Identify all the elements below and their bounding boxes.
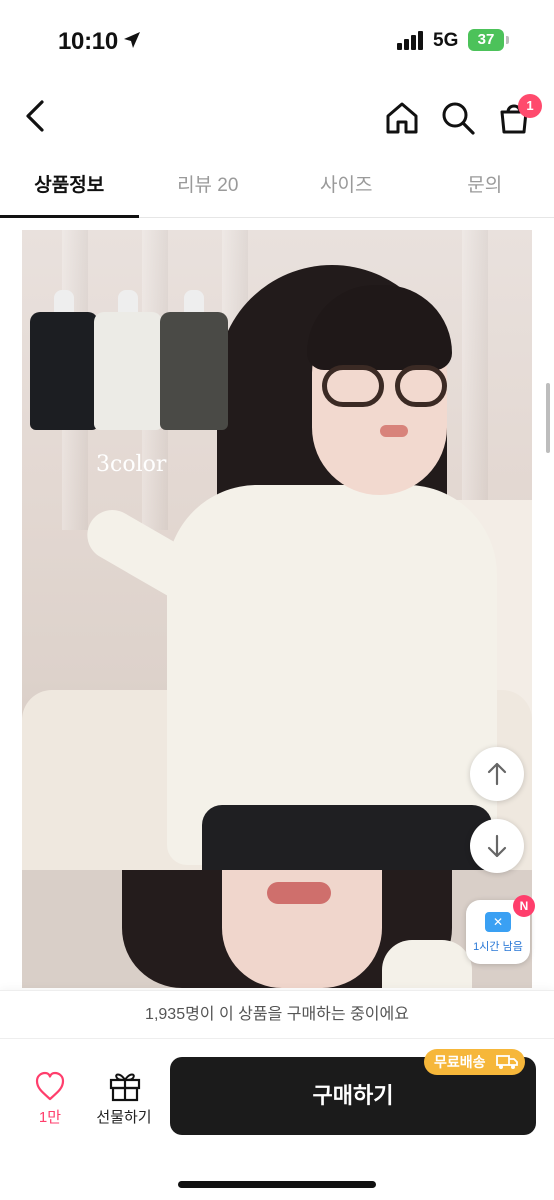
truck-icon	[496, 1055, 518, 1069]
product-tabs: 상품정보 리뷰 20 사이즈 문의	[0, 160, 554, 218]
search-icon[interactable]	[438, 98, 478, 138]
new-badge: N	[513, 895, 535, 917]
scrollbar[interactable]	[546, 383, 550, 453]
model-shoulder	[382, 940, 472, 988]
white-variant	[94, 312, 162, 430]
cellular-signal-icon	[397, 31, 423, 50]
coupon-timer-label: 1시간 남음	[473, 941, 523, 953]
model-jeans	[202, 805, 492, 870]
tab-product-info[interactable]: 상품정보	[0, 160, 139, 218]
glasses-lens	[395, 365, 447, 407]
glasses-lens	[322, 365, 384, 407]
color-count-label: 3color	[96, 452, 167, 477]
tab-size[interactable]: 사이즈	[277, 160, 416, 217]
status-time: 10:10	[58, 28, 118, 55]
battery-indicator: 37	[468, 29, 504, 51]
coupon-ticket-icon: ✕	[485, 912, 511, 932]
network-type: 5G	[433, 30, 459, 51]
model-lips	[380, 425, 408, 437]
back-icon[interactable]	[18, 96, 58, 136]
product-photo-2	[22, 870, 532, 988]
model-lips	[267, 882, 331, 904]
buyers-notice: 1,935명이 이 상품을 구매하는 중이에요	[0, 990, 554, 1038]
tab-inquiry[interactable]: 문의	[416, 160, 554, 217]
gift-icon	[109, 1073, 141, 1102]
top-nav	[0, 90, 554, 146]
arrow-up-icon	[487, 762, 507, 786]
home-indicator	[178, 1181, 376, 1188]
curtain-fold	[462, 230, 488, 530]
home-icon[interactable]	[382, 98, 422, 138]
scroll-down-button[interactable]	[470, 819, 524, 873]
scroll-up-button[interactable]	[470, 747, 524, 801]
tab-reviews[interactable]: 리뷰 20	[139, 160, 278, 217]
arrow-down-icon	[487, 834, 507, 858]
status-bar: 10:10 5G 37	[0, 0, 554, 80]
product-photo: 3color	[22, 230, 532, 870]
battery-tip	[506, 36, 509, 44]
gray-variant	[160, 312, 228, 430]
color-variants-thumbnail	[22, 290, 237, 440]
location-arrow-icon	[124, 32, 140, 48]
like-count: 1만	[38, 1109, 62, 1126]
black-variant	[30, 312, 98, 430]
heart-icon	[35, 1071, 65, 1101]
gift-label: 선물하기	[96, 1109, 152, 1126]
cart-count-badge: 1	[518, 94, 542, 118]
